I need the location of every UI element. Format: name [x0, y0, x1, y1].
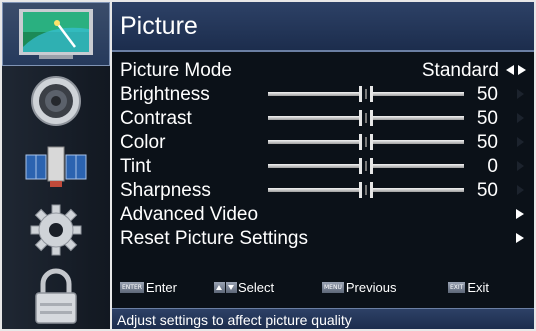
right-arrow-icon [517, 161, 524, 171]
sidebar-item-audio[interactable] [2, 69, 110, 133]
sidebar-item-settings[interactable] [2, 198, 110, 262]
brightness-value: 50 [476, 84, 498, 105]
contrast-value: 50 [476, 108, 498, 129]
menu-key-icon: MENU [322, 282, 344, 293]
menu-item-picture-mode[interactable]: Picture Mode Standard [112, 58, 534, 82]
right-arrow-icon[interactable] [516, 233, 524, 243]
up-arrow-key-icon [214, 282, 225, 293]
hint-select: Select [214, 280, 274, 295]
page-title: Picture [120, 12, 198, 40]
picture-mode-value: Standard [421, 60, 499, 81]
slider-thumb[interactable] [359, 158, 373, 174]
right-arrow-icon [517, 113, 524, 123]
exit-key-icon: EXIT [448, 282, 466, 293]
menu-item-brightness[interactable]: Brightness 50 [112, 82, 534, 106]
right-arrow-icon [517, 89, 524, 99]
tv-settings-menu: Picture Picture Mode Standard Brightness… [0, 0, 536, 331]
status-bar: Adjust settings to affect picture qualit… [112, 308, 534, 329]
hint-exit: EXIT Exit [448, 280, 489, 295]
menu-item-label: Sharpness [120, 180, 211, 201]
menu-item-color[interactable]: Color 50 [112, 130, 534, 154]
menu-item-contrast[interactable]: Contrast 50 [112, 106, 534, 130]
tint-slider[interactable] [268, 158, 464, 174]
hint-label: Previous [345, 280, 397, 295]
slider-thumb[interactable] [359, 110, 373, 126]
left-right-arrow-icon[interactable] [506, 65, 526, 76]
sidebar-item-lock[interactable] [2, 264, 110, 328]
menu-item-label: Brightness [120, 84, 210, 105]
color-value: 50 [476, 132, 498, 153]
hint-label: Enter [145, 280, 177, 295]
menu-item-advanced-video[interactable]: Advanced Video [112, 202, 534, 226]
right-arrow-icon[interactable] [516, 209, 524, 219]
menu-item-sharpness[interactable]: Sharpness 50 [112, 178, 534, 202]
menu-item-label: Color [120, 132, 166, 153]
contrast-slider[interactable] [268, 110, 464, 126]
picture-icon [17, 7, 95, 61]
picture-settings-panel: Picture Picture Mode Standard Brightness… [112, 2, 534, 329]
audio-speaker-icon [29, 74, 83, 128]
title-bar: Picture [112, 2, 534, 52]
color-slider[interactable] [268, 134, 464, 150]
right-arrow-icon [517, 185, 524, 195]
sidebar-item-picture[interactable] [2, 2, 110, 66]
settings-gear-icon [29, 203, 83, 257]
network-satellite-icon [24, 141, 88, 191]
slider-thumb[interactable] [359, 182, 373, 198]
right-arrow-icon [517, 137, 524, 147]
sidebar-item-network[interactable] [2, 134, 110, 198]
menu-item-reset-picture-settings[interactable]: Reset Picture Settings [112, 226, 534, 250]
status-text: Adjust settings to affect picture qualit… [117, 312, 352, 328]
tint-value: 0 [487, 156, 498, 177]
menu-item-label: Contrast [120, 108, 192, 129]
brightness-slider[interactable] [268, 86, 464, 102]
button-hint-bar: ENTER Enter Select MENU Previous EXIT Ex… [112, 278, 534, 300]
slider-thumb[interactable] [359, 86, 373, 102]
menu-item-label: Tint [120, 156, 151, 177]
menu-item-tint[interactable]: Tint 0 [112, 154, 534, 178]
sharpness-slider[interactable] [268, 182, 464, 198]
sharpness-value: 50 [476, 180, 498, 201]
menu-item-label: Advanced Video [120, 204, 259, 225]
down-arrow-key-icon [226, 282, 237, 293]
menu-item-label: Picture Mode [120, 60, 232, 81]
hint-enter: ENTER Enter [120, 280, 177, 295]
slider-thumb[interactable] [359, 134, 373, 150]
category-sidebar [2, 2, 110, 329]
hint-label: Select [238, 280, 275, 295]
menu-item-label: Reset Picture Settings [120, 228, 308, 249]
parental-lock-icon [32, 267, 80, 325]
settings-list: Picture Mode Standard Brightness 50 Cont… [112, 58, 534, 250]
hint-previous: MENU Previous [322, 280, 396, 295]
enter-key-icon: ENTER [120, 282, 144, 293]
hint-label: Exit [467, 280, 490, 295]
